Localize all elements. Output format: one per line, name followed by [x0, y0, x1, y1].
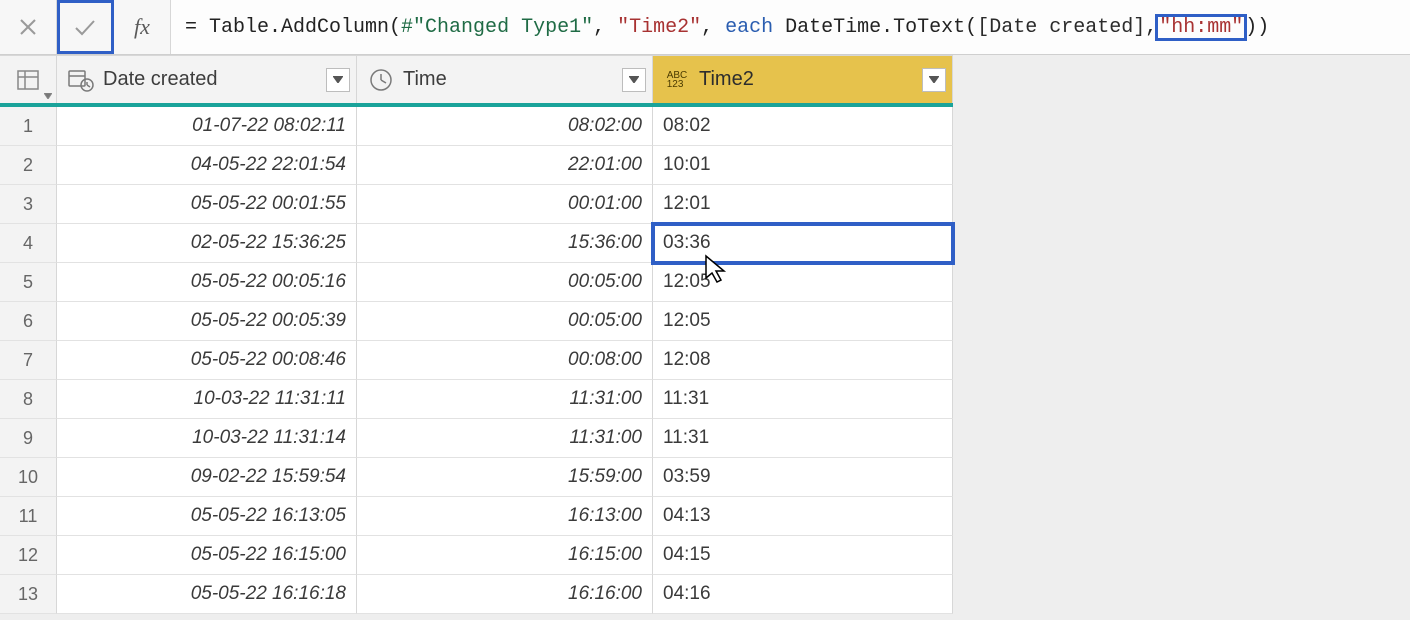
cell-time[interactable]: 11:31:00: [357, 380, 653, 419]
row-number[interactable]: 1: [0, 107, 57, 146]
cell-time[interactable]: 00:05:00: [357, 263, 653, 302]
column-label: Time: [403, 68, 447, 91]
row-number[interactable]: 13: [0, 575, 57, 614]
cell-time[interactable]: 15:59:00: [357, 458, 653, 497]
table-row[interactable]: 1205-05-22 16:15:0016:15:0004:15: [0, 536, 953, 575]
column-header-time[interactable]: Time: [357, 55, 653, 103]
table-row[interactable]: 910-03-22 11:31:1411:31:0011:31: [0, 419, 953, 458]
row-number[interactable]: 10: [0, 458, 57, 497]
datetime-type-icon: [67, 66, 95, 94]
table-row[interactable]: 1305-05-22 16:16:1816:16:0004:16: [0, 575, 953, 614]
cell-time2[interactable]: 10:01: [653, 146, 953, 185]
cell-time[interactable]: 16:13:00: [357, 497, 653, 536]
cell-date-created[interactable]: 05-05-22 00:05:16: [57, 263, 357, 302]
table-row[interactable]: 101-07-22 08:02:1108:02:0008:02: [0, 107, 953, 146]
column-header-row: Date created Time: [0, 55, 953, 107]
cancel-formula-button[interactable]: [0, 0, 57, 54]
row-number[interactable]: 3: [0, 185, 57, 224]
cell-time[interactable]: 08:02:00: [357, 107, 653, 146]
format-string-highlight: "hh:mm": [1157, 16, 1245, 39]
cell-time[interactable]: 00:05:00: [357, 302, 653, 341]
table-row[interactable]: 402-05-22 15:36:2515:36:0003:36: [0, 224, 953, 263]
cell-time2[interactable]: 12:08: [653, 341, 953, 380]
row-number[interactable]: 7: [0, 341, 57, 380]
cell-time[interactable]: 22:01:00: [357, 146, 653, 185]
cell-time2[interactable]: 03:36: [653, 224, 953, 263]
any-type-icon: ABC123: [663, 66, 691, 94]
time-type-icon: [367, 66, 395, 94]
column-header-time2[interactable]: ABC123 Time2: [653, 55, 953, 103]
cell-time2[interactable]: 11:31: [653, 380, 953, 419]
cell-time[interactable]: 16:16:00: [357, 575, 653, 614]
cell-date-created[interactable]: 09-02-22 15:59:54: [57, 458, 357, 497]
table-row[interactable]: 1009-02-22 15:59:5415:59:0003:59: [0, 458, 953, 497]
column-label: Time2: [699, 68, 754, 91]
row-number[interactable]: 11: [0, 497, 57, 536]
table-row[interactable]: 605-05-22 00:05:3900:05:0012:05: [0, 302, 953, 341]
table-row[interactable]: 810-03-22 11:31:1111:31:0011:31: [0, 380, 953, 419]
cell-time2[interactable]: 04:13: [653, 497, 953, 536]
cell-time[interactable]: 00:08:00: [357, 341, 653, 380]
commit-formula-button[interactable]: [57, 0, 114, 54]
cell-date-created[interactable]: 02-05-22 15:36:25: [57, 224, 357, 263]
cell-time2[interactable]: 12:01: [653, 185, 953, 224]
formula-input[interactable]: = Table.AddColumn(#"Changed Type1", "Tim…: [171, 0, 1410, 54]
cell-time2[interactable]: 04:16: [653, 575, 953, 614]
cell-time2[interactable]: 11:31: [653, 419, 953, 458]
cell-time2[interactable]: 08:02: [653, 107, 953, 146]
cell-date-created[interactable]: 10-03-22 11:31:11: [57, 380, 357, 419]
cell-date-created[interactable]: 05-05-22 00:01:55: [57, 185, 357, 224]
table-row[interactable]: 204-05-22 22:01:5422:01:0010:01: [0, 146, 953, 185]
table-row[interactable]: 505-05-22 00:05:1600:05:0012:05: [0, 263, 953, 302]
cell-date-created[interactable]: 05-05-22 16:15:00: [57, 536, 357, 575]
row-number[interactable]: 12: [0, 536, 57, 575]
row-number[interactable]: 6: [0, 302, 57, 341]
data-grid: Date created Time: [0, 55, 1410, 614]
cell-date-created[interactable]: 05-05-22 16:16:18: [57, 575, 357, 614]
data-rows: 101-07-22 08:02:1108:02:0008:02204-05-22…: [0, 107, 953, 614]
filter-dropdown-button[interactable]: [622, 68, 646, 92]
cell-time[interactable]: 00:01:00: [357, 185, 653, 224]
cell-time2[interactable]: 03:59: [653, 458, 953, 497]
cell-date-created[interactable]: 04-05-22 22:01:54: [57, 146, 357, 185]
row-number[interactable]: 8: [0, 380, 57, 419]
row-number[interactable]: 9: [0, 419, 57, 458]
cell-time2[interactable]: 12:05: [653, 263, 953, 302]
table-row[interactable]: 305-05-22 00:01:5500:01:0012:01: [0, 185, 953, 224]
column-header-date-created[interactable]: Date created: [57, 55, 357, 103]
table-row[interactable]: 1105-05-22 16:13:0516:13:0004:13: [0, 497, 953, 536]
cell-date-created[interactable]: 10-03-22 11:31:14: [57, 419, 357, 458]
cell-time[interactable]: 15:36:00: [357, 224, 653, 263]
cell-time[interactable]: 11:31:00: [357, 419, 653, 458]
cell-date-created[interactable]: 01-07-22 08:02:11: [57, 107, 357, 146]
fx-label: fx: [114, 0, 171, 54]
table-options-button[interactable]: [0, 55, 57, 103]
cell-time2[interactable]: 04:15: [653, 536, 953, 575]
row-number[interactable]: 5: [0, 263, 57, 302]
row-number[interactable]: 4: [0, 224, 57, 263]
filter-dropdown-button[interactable]: [922, 68, 946, 92]
cell-date-created[interactable]: 05-05-22 16:13:05: [57, 497, 357, 536]
cell-date-created[interactable]: 05-05-22 00:05:39: [57, 302, 357, 341]
table-row[interactable]: 705-05-22 00:08:4600:08:0012:08: [0, 341, 953, 380]
filter-dropdown-button[interactable]: [326, 68, 350, 92]
cell-time[interactable]: 16:15:00: [357, 536, 653, 575]
cell-date-created[interactable]: 05-05-22 00:08:46: [57, 341, 357, 380]
formula-bar: fx = Table.AddColumn(#"Changed Type1", "…: [0, 0, 1410, 55]
cell-time2[interactable]: 12:05: [653, 302, 953, 341]
row-number[interactable]: 2: [0, 146, 57, 185]
column-label: Date created: [103, 68, 218, 91]
